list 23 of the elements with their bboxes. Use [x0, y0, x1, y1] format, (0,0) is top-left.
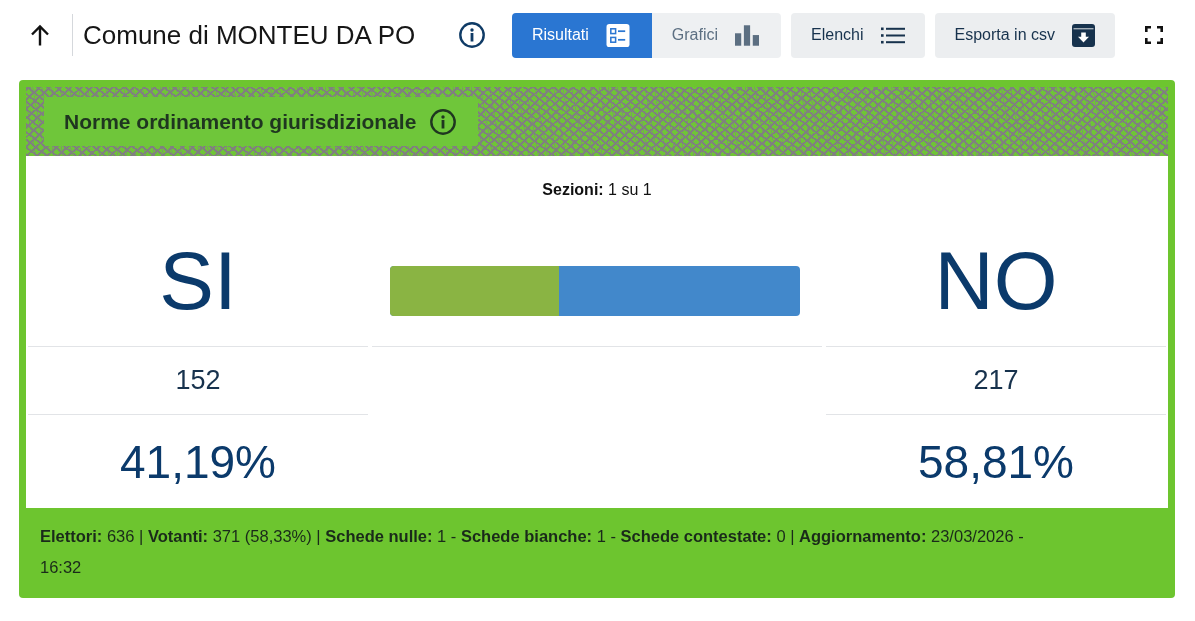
- checklist-icon: [605, 23, 630, 47]
- up-arrow-icon: [30, 24, 50, 46]
- info-icon[interactable]: [430, 108, 457, 135]
- view-tab[interactable]: Grafici: [651, 12, 782, 58]
- page-title: Comune di MONTEU DA PO: [83, 19, 416, 51]
- export-button[interactable]: Esporta in csv: [934, 12, 1115, 58]
- vote-count: 152: [175, 365, 221, 396]
- turnout-summary: Elettori: 636 | Votanti: 371 (58,33%) | Schede nulle: 1 - Schede bianche: 1 - Schede contestate: 0 | Aggiornamento: 23/03/2026 - 16:32: [40, 526, 1025, 578]
- option-label: NO: [934, 240, 1058, 322]
- view-tab[interactable]: Risultati: [511, 12, 652, 58]
- vote-percentage: 41,19%: [120, 434, 276, 489]
- option-label: SI: [159, 240, 237, 322]
- back-button[interactable]: [30, 24, 50, 46]
- fullscreen-icon[interactable]: [1145, 26, 1163, 44]
- bar-chart-icon: [735, 23, 760, 47]
- lists-button[interactable]: Elenchi: [791, 12, 925, 58]
- info-icon[interactable]: [459, 22, 486, 48]
- vote-count: 217: [973, 365, 1019, 396]
- vote-percentage: 58,81%: [918, 434, 1074, 489]
- download-box-icon: [1072, 23, 1095, 47]
- question-title: Norme ordinamento giurisdizionale: [64, 109, 417, 134]
- sections-count: Sezioni: 1 su 1: [541, 181, 653, 199]
- list-icon: [880, 26, 905, 44]
